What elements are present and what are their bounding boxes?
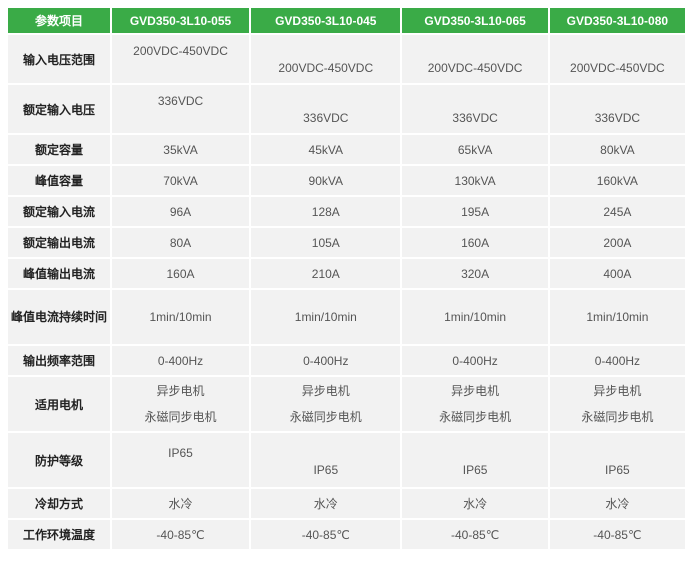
cell-value: 80A: [111, 228, 250, 257]
cell-value: IP65: [549, 433, 685, 487]
row-label: 峰值电流持续时间: [8, 290, 110, 344]
table-row: 额定容量 35kVA 45kVA 65kVA 80kVA: [8, 135, 685, 164]
cell-value: 异步电机 永磁同步电机: [111, 377, 250, 431]
cell-value: 336VDC: [549, 85, 685, 133]
cell-value: 水冷: [402, 489, 548, 518]
cell-value: -40-85℃: [251, 520, 401, 549]
row-label: 输出频率范围: [8, 346, 110, 375]
cell-value: 160kVA: [549, 166, 685, 195]
cell-value: 160A: [402, 228, 548, 257]
cell-value: 65kVA: [402, 135, 548, 164]
motor-type-pmsm: 永磁同步电机: [144, 410, 217, 424]
cell-value: IP65: [111, 433, 250, 487]
cell-value: 200VDC-450VDC: [111, 35, 250, 83]
row-label: 适用电机: [8, 377, 110, 431]
cell-value: 200A: [549, 228, 685, 257]
cell-value: 90kVA: [251, 166, 401, 195]
cell-value: 70kVA: [111, 166, 250, 195]
row-label: 输入电压范围: [8, 35, 110, 83]
cell-value: 0-400Hz: [111, 346, 250, 375]
table-row: 适用电机 异步电机 永磁同步电机 异步电机 永磁同步电机 异步电机 永磁同步电机…: [8, 377, 685, 431]
cell-value: -40-85℃: [549, 520, 685, 549]
cell-value: 200VDC-450VDC: [251, 35, 401, 83]
header-model: GVD350-3L10-080: [549, 8, 685, 33]
cell-value: 96A: [111, 197, 250, 226]
motor-type-pmsm: 永磁同步电机: [439, 410, 512, 424]
cell-value: 336VDC: [402, 85, 548, 133]
cell-value: 130kVA: [402, 166, 548, 195]
cell-value: 0-400Hz: [549, 346, 685, 375]
row-label: 防护等级: [8, 433, 110, 487]
row-label: 峰值输出电流: [8, 259, 110, 288]
table-row: 额定输出电流 80A 105A 160A 200A: [8, 228, 685, 257]
cell-value: 45kVA: [251, 135, 401, 164]
cell-value: 200VDC-450VDC: [549, 35, 685, 83]
cell-value: 1min/10min: [549, 290, 685, 344]
header-model: GVD350-3L10-055: [111, 8, 250, 33]
row-label: 额定输出电流: [8, 228, 110, 257]
cell-value: 210A: [251, 259, 401, 288]
row-label: 额定输入电流: [8, 197, 110, 226]
header-model: GVD350-3L10-045: [251, 8, 401, 33]
table-row: 输出频率范围 0-400Hz 0-400Hz 0-400Hz 0-400Hz: [8, 346, 685, 375]
cell-value: 异步电机 永磁同步电机: [549, 377, 685, 431]
cell-value: 0-400Hz: [251, 346, 401, 375]
cell-value: 200VDC-450VDC: [402, 35, 548, 83]
cell-value: 80kVA: [549, 135, 685, 164]
cell-value: 128A: [251, 197, 401, 226]
motor-type-async: 异步电机: [593, 384, 642, 398]
row-label: 额定输入电压: [8, 85, 110, 133]
motor-type-async: 异步电机: [451, 384, 500, 398]
motor-type-async: 异步电机: [301, 384, 350, 398]
motor-type-async: 异步电机: [156, 384, 205, 398]
table-row: 输入电压范围 200VDC-450VDC 200VDC-450VDC 200VD…: [8, 35, 685, 83]
table-row: 防护等级 IP65 IP65 IP65 IP65: [8, 433, 685, 487]
cell-value: 400A: [549, 259, 685, 288]
cell-value: 160A: [111, 259, 250, 288]
cell-value: 1min/10min: [111, 290, 250, 344]
table-row: 工作环境温度 -40-85℃ -40-85℃ -40-85℃ -40-85℃: [8, 520, 685, 549]
cell-value: 105A: [251, 228, 401, 257]
cell-value: 320A: [402, 259, 548, 288]
motor-type-pmsm: 永磁同步电机: [289, 410, 362, 424]
table-row: 峰值输出电流 160A 210A 320A 400A: [8, 259, 685, 288]
header-param: 参数项目: [8, 8, 110, 33]
cell-value: 336VDC: [251, 85, 401, 133]
motor-type-pmsm: 永磁同步电机: [581, 410, 654, 424]
cell-value: 1min/10min: [251, 290, 401, 344]
cell-value: 水冷: [549, 489, 685, 518]
cell-value: 异步电机 永磁同步电机: [251, 377, 401, 431]
table-row: 冷却方式 水冷 水冷 水冷 水冷: [8, 489, 685, 518]
cell-value: 336VDC: [111, 85, 250, 133]
table-row: 额定输入电流 96A 128A 195A 245A: [8, 197, 685, 226]
cell-value: 水冷: [251, 489, 401, 518]
cell-value: IP65: [251, 433, 401, 487]
header-model: GVD350-3L10-065: [402, 8, 548, 33]
cell-value: 1min/10min: [402, 290, 548, 344]
table-row: 额定输入电压 336VDC 336VDC 336VDC 336VDC: [8, 85, 685, 133]
cell-value: -40-85℃: [402, 520, 548, 549]
cell-value: 35kVA: [111, 135, 250, 164]
header-row: 参数项目 GVD350-3L10-055 GVD350-3L10-045 GVD…: [8, 8, 685, 33]
row-label: 冷却方式: [8, 489, 110, 518]
row-label: 额定容量: [8, 135, 110, 164]
cell-value: 异步电机 永磁同步电机: [402, 377, 548, 431]
cell-value: 水冷: [111, 489, 250, 518]
cell-value: IP65: [402, 433, 548, 487]
cell-value: -40-85℃: [111, 520, 250, 549]
cell-value: 245A: [549, 197, 685, 226]
row-label: 峰值容量: [8, 166, 110, 195]
cell-value: 0-400Hz: [402, 346, 548, 375]
row-label: 工作环境温度: [8, 520, 110, 549]
table-row: 峰值电流持续时间 1min/10min 1min/10min 1min/10mi…: [8, 290, 685, 344]
cell-value: 195A: [402, 197, 548, 226]
spec-table: 参数项目 GVD350-3L10-055 GVD350-3L10-045 GVD…: [6, 6, 687, 551]
table-row: 峰值容量 70kVA 90kVA 130kVA 160kVA: [8, 166, 685, 195]
